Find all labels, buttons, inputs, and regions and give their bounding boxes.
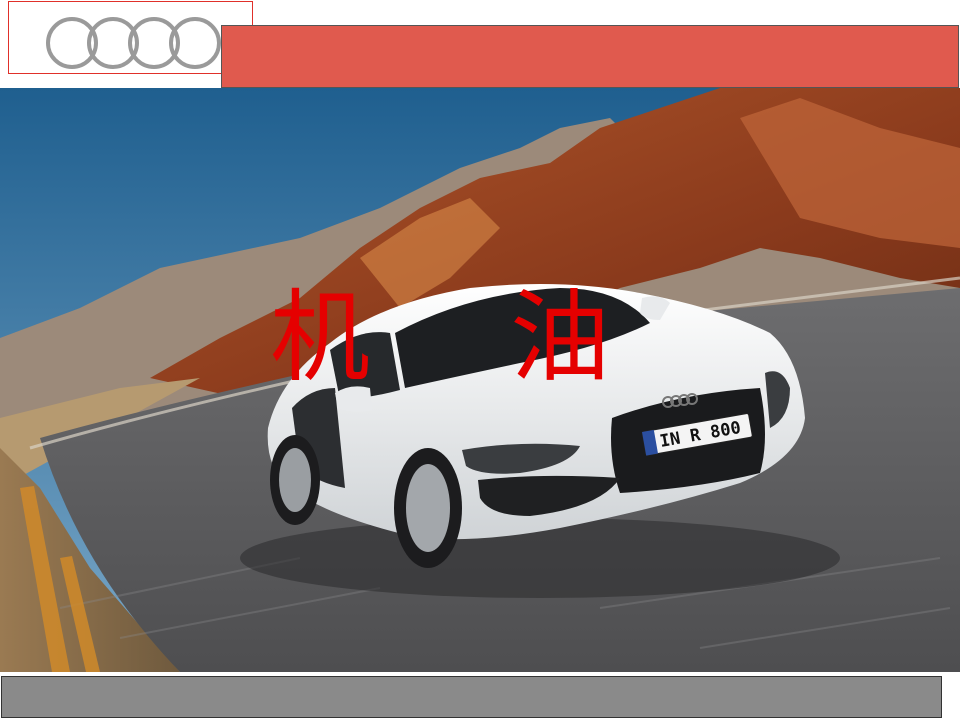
four-rings-logo-icon	[46, 17, 221, 69]
hero-title: 机 油	[270, 278, 630, 408]
header-bar	[221, 25, 959, 88]
title-char-2: 油	[510, 279, 610, 396]
title-char-1: 机	[270, 279, 370, 396]
logo-frame	[8, 1, 253, 74]
footer-bar	[1, 676, 942, 718]
